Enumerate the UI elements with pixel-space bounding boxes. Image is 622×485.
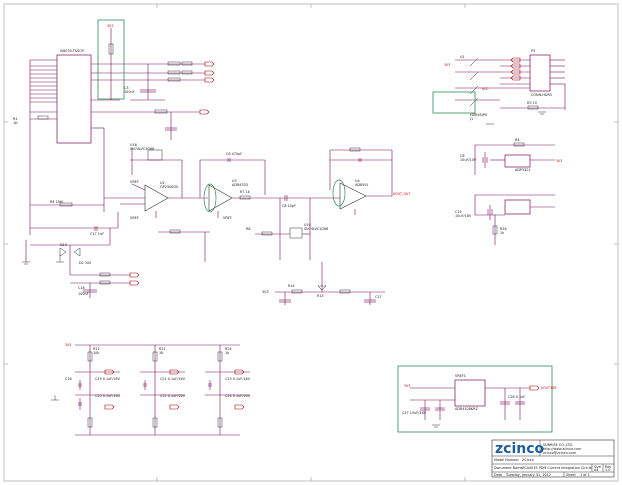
svg-text:R15: R15 xyxy=(317,294,324,298)
svg-text:VCC: VCC xyxy=(482,87,489,91)
date-value: Tuesday, January 31, 2012 xyxy=(505,473,551,477)
svg-text:3V3: 3V3 xyxy=(556,159,562,163)
svg-text:3V3: 3V3 xyxy=(444,63,450,67)
svg-text:D10: D10 xyxy=(60,243,67,247)
svg-text:C17: C17 xyxy=(375,295,382,299)
svg-text:R7 1k: R7 1k xyxy=(240,190,250,194)
svg-text:3V3: 3V3 xyxy=(107,24,113,28)
svg-text:1K: 1K xyxy=(13,121,18,125)
svg-text:C28 0.1uF: C28 0.1uF xyxy=(508,395,525,399)
svg-text:1k: 1k xyxy=(225,351,229,355)
svg-text:10uF/10V: 10uF/10V xyxy=(460,158,477,162)
company-email: zcinco@zcinco.com xyxy=(543,451,577,455)
svg-text:C21 0.1uF/16V: C21 0.1uF/16V xyxy=(160,377,186,381)
svg-text:ADP3301: ADP3301 xyxy=(515,168,531,172)
svg-text:100nF: 100nF xyxy=(78,292,89,296)
company-logo: zcinco xyxy=(495,441,545,457)
output-net-label: VOUT_OUT xyxy=(393,192,410,196)
svg-text:AD8591: AD8591 xyxy=(355,183,369,187)
svg-text:100nF: 100nF xyxy=(124,90,135,94)
schematic-sheet: SI8035-TSSOP 3V3 C3 100nF U16 SN74LVC1G6… xyxy=(0,0,622,485)
svg-text:1K: 1K xyxy=(159,351,164,355)
model-number-value: ZCinco xyxy=(522,458,534,462)
connector-part-label: CONN-HDR5 xyxy=(531,93,552,97)
svg-text:C16: C16 xyxy=(65,377,72,381)
svg-text:R14: R14 xyxy=(288,284,295,288)
sheet-label: Sheet xyxy=(566,473,576,477)
svg-text:R4: R4 xyxy=(515,138,520,142)
reference-ref: VREF1 xyxy=(455,374,466,378)
svg-text:C18: C18 xyxy=(78,286,85,290)
jumper-ref: J1 xyxy=(469,117,473,121)
reference-output-net: VOUT REF xyxy=(541,386,557,390)
rev-value: 1.0 xyxy=(605,468,610,472)
svg-text:R4 10M: R4 10M xyxy=(50,200,63,204)
svg-text:R3 10: R3 10 xyxy=(527,101,537,105)
svg-text:VREF: VREF xyxy=(130,180,139,184)
svg-text:SN74LVC1G66: SN74LVC1G66 xyxy=(130,147,154,151)
svg-text:D2 100: D2 100 xyxy=(79,261,91,265)
svg-text:10uF/16V: 10uF/16V xyxy=(455,214,472,218)
svg-text:1k: 1k xyxy=(500,231,504,235)
svg-text:U1: U1 xyxy=(460,55,465,59)
svg-text:3V3: 3V3 xyxy=(65,343,71,347)
svg-text:VREF: VREF xyxy=(130,216,139,220)
model-number-label: Model Number xyxy=(494,458,519,462)
sheet-value: 1 of 1 xyxy=(580,473,590,477)
svg-text:3V3: 3V3 xyxy=(404,384,410,388)
svg-text:3V3: 3V3 xyxy=(262,290,269,294)
svg-text:C22 0.1uF/16V: C22 0.1uF/16V xyxy=(160,394,186,398)
svg-text:OP2300DS: OP2300DS xyxy=(160,185,178,189)
size-value: A4 xyxy=(594,468,598,472)
reference-part: ADR4528KRZ xyxy=(455,407,478,411)
svg-text:C27 10uF/16V: C27 10uF/16V xyxy=(402,411,427,415)
svg-text:C19 0.1uF/16V: C19 0.1uF/16V xyxy=(95,377,121,381)
svg-text:C20 0.1uF/16V: C20 0.1uF/16V xyxy=(95,394,121,398)
svg-text:SN74LVC1G66: SN74LVC1G66 xyxy=(304,227,328,231)
svg-text:VREF: VREF xyxy=(223,216,232,220)
document-name-label: Document Name xyxy=(494,466,523,470)
document-name-value: ZCA4535 PDM Current Integration Circuit xyxy=(522,466,593,470)
svg-text:R8: R8 xyxy=(246,227,251,231)
svg-text:C17 1nF: C17 1nF xyxy=(90,232,104,236)
connector-ref: P3 xyxy=(531,49,535,53)
title-block: zcinco SUNRISE CO.,LTD. http://www.zcinc… xyxy=(491,439,615,478)
date-label: Date xyxy=(494,473,502,477)
mcu-part-label: SI8035-TSSOP xyxy=(60,49,84,53)
svg-text:ADR4333: ADR4333 xyxy=(232,183,248,187)
svg-text:C24 0.1uF/16V: C24 0.1uF/16V xyxy=(225,394,251,398)
svg-text:C8 10pF: C8 10pF xyxy=(282,204,296,208)
svg-text:10k: 10k xyxy=(93,351,99,355)
svg-text:C6 470pF: C6 470pF xyxy=(226,152,242,156)
svg-text:C23 0.1uF/16V: C23 0.1uF/16V xyxy=(225,377,251,381)
